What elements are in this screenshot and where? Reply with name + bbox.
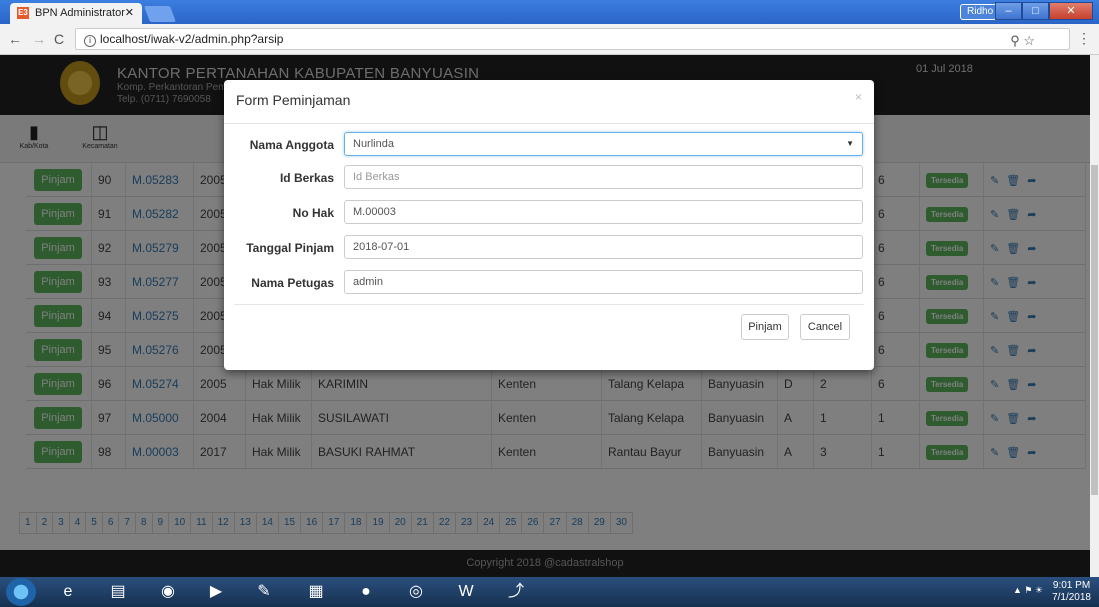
address-bar: ← → C i localhost/iwak-v2/admin.php?arsip… — [0, 24, 1099, 55]
id-berkas-label: Id Berkas — [279, 171, 334, 185]
nama-petugas-label: Nama Petugas — [251, 276, 334, 290]
no-hak-label: No Hak — [292, 206, 334, 220]
forward-icon[interactable]: → — [32, 31, 46, 47]
app-icon[interactable]: ◉ — [148, 580, 188, 604]
url-input[interactable]: i localhost/iwak-v2/admin.php?arsip ⚲ ☆ — [75, 28, 1070, 50]
close-tab-icon[interactable]: ✕ — [125, 6, 134, 19]
clock-date: 7/1/2018 — [1052, 592, 1091, 603]
chevron-down-icon: ▼ — [846, 139, 854, 148]
close-window-icon[interactable]: ✕ — [1049, 2, 1093, 20]
browser-titlebar: E3 BPN Administrator ✕ Ridho – □ ✕ — [0, 0, 1099, 24]
id-berkas-input[interactable]: Id Berkas — [344, 165, 863, 189]
modal-divider — [224, 123, 874, 124]
tanggal-pinjam-input[interactable]: 2018-07-01 — [344, 235, 863, 259]
reload-icon[interactable]: C — [54, 31, 64, 47]
url-text: localhost/iwak-v2/admin.php?arsip — [100, 32, 284, 46]
zoom-star-icons[interactable]: ⚲ ☆ — [1010, 31, 1035, 51]
browser-tab[interactable]: E3 BPN Administrator ✕ — [10, 3, 142, 24]
word-icon[interactable]: W — [446, 580, 486, 604]
tab-title: BPN Administrator — [35, 7, 125, 19]
nama-anggota-select[interactable]: Nurlinda ▼ — [344, 132, 863, 156]
back-icon[interactable]: ← — [8, 31, 22, 47]
form-peminjaman-modal: Form Peminjaman × Nama Anggota Nurlinda … — [224, 80, 874, 370]
modal-title: Form Peminjaman — [236, 92, 351, 108]
nama-petugas-input[interactable]: admin — [344, 270, 863, 294]
media-icon[interactable]: ▶ — [196, 580, 236, 604]
start-button[interactable] — [6, 578, 36, 606]
webcam-icon[interactable]: ● — [346, 580, 386, 604]
modal-footer-divider — [234, 304, 864, 305]
tanggal-pinjam-label: Tanggal Pinjam — [246, 241, 334, 255]
system-tray-icons[interactable]: ▲ ⚑ ☀ — [1013, 585, 1043, 596]
explorer-icon[interactable]: ▤ — [98, 580, 138, 604]
topcon-icon[interactable]: ▦ — [296, 580, 336, 604]
windows-taskbar: e ▤ ◉ ▶ ✎ ▦ ● ◎ W ⤴ ▲ ⚑ ☀ 9:01 PM 7/1/20… — [0, 577, 1099, 607]
cancel-button[interactable]: Cancel — [800, 314, 850, 340]
nama-anggota-value: Nurlinda — [353, 138, 394, 150]
new-tab-button[interactable] — [144, 6, 176, 22]
clock[interactable]: 9:01 PM 7/1/2018 — [1052, 580, 1091, 604]
maximize-icon[interactable]: □ — [1022, 2, 1049, 20]
close-icon[interactable]: × — [855, 90, 862, 104]
ie-icon[interactable]: e — [48, 580, 88, 604]
pdf-icon[interactable]: ⤴ — [496, 580, 536, 604]
submit-pinjam-button[interactable]: Pinjam — [741, 314, 789, 340]
tool-icon[interactable]: ✎ — [244, 580, 284, 604]
chrome-icon[interactable]: ◎ — [396, 580, 436, 604]
info-icon[interactable]: i — [84, 35, 96, 47]
clock-time: 9:01 PM — [1052, 580, 1091, 591]
browser-menu-icon[interactable]: ⋮ — [1077, 30, 1091, 47]
window-controls: – □ ✕ — [995, 2, 1093, 20]
scrollbar-thumb[interactable] — [1091, 165, 1098, 495]
minimize-icon[interactable]: – — [995, 2, 1022, 20]
no-hak-input[interactable]: M.00003 — [344, 200, 863, 224]
nama-anggota-label: Nama Anggota — [249, 138, 334, 152]
favicon-icon: E3 — [17, 7, 29, 19]
